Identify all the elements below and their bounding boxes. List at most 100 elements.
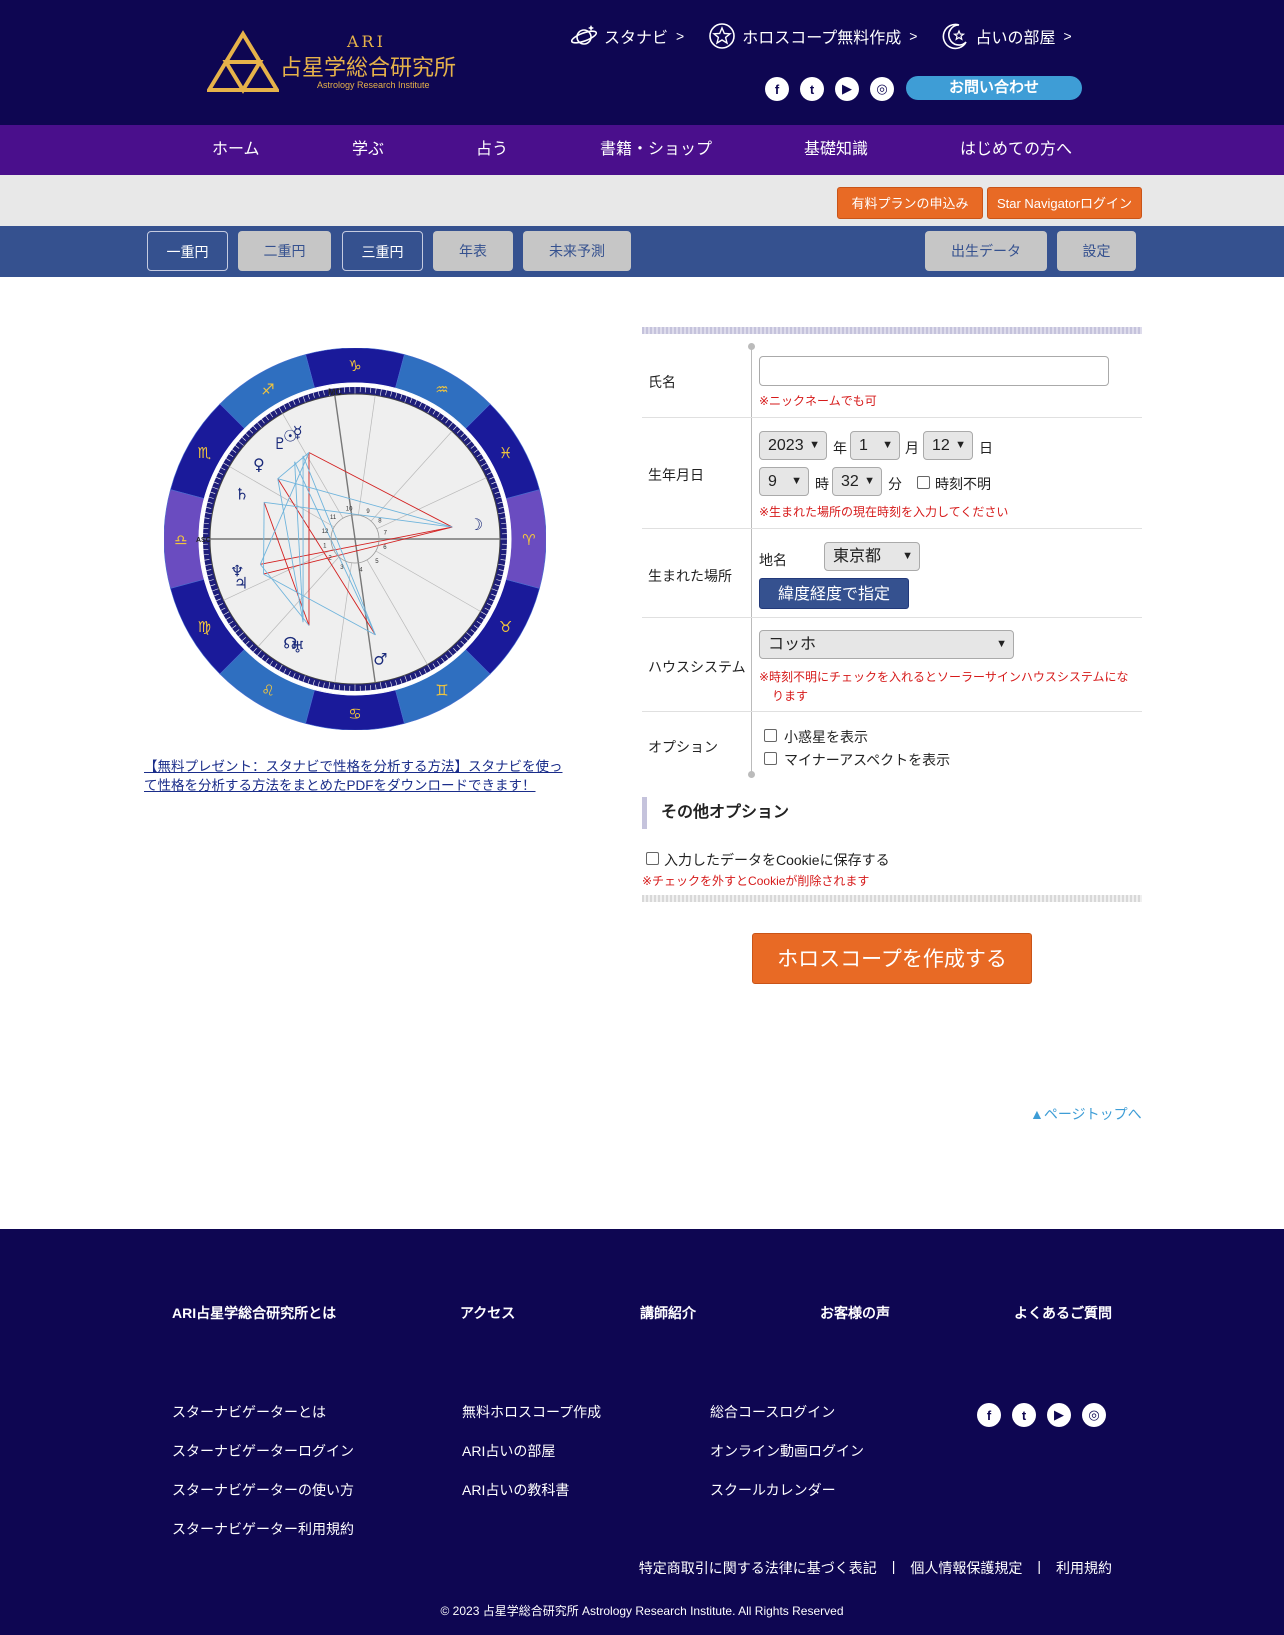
minor-aspects-checkbox[interactable] — [764, 752, 777, 765]
legal-separator: | — [1037, 1558, 1041, 1574]
chevron-right-icon: > — [676, 28, 685, 44]
nav-home[interactable]: ホーム — [212, 125, 260, 175]
house-number: 10 — [346, 507, 353, 513]
show-asteroids-label: 小惑星を表示 — [784, 729, 868, 745]
month-unit: 月 — [905, 440, 919, 456]
nav-books-shop[interactable]: 書籍・ショップ — [600, 125, 712, 175]
zodiac-sign-glyph: ♏ — [198, 444, 212, 462]
tab-birth-data[interactable]: 出生データ — [925, 231, 1047, 271]
nav-learn[interactable]: 学ぶ — [352, 125, 384, 175]
zodiac-sign-glyph: ♍ — [198, 618, 211, 636]
aspect-line — [263, 502, 265, 575]
year-unit: 年 — [833, 440, 847, 456]
tab-settings[interactable]: 設定 — [1057, 231, 1136, 271]
place-select[interactable]: 東京都 ▼ — [824, 542, 920, 571]
youtube-icon[interactable]: ▶ — [1047, 1403, 1071, 1427]
facebook-icon[interactable]: f — [765, 77, 789, 101]
hour-select[interactable]: 9 ▼ — [759, 467, 809, 496]
day-value: 12 — [932, 437, 950, 454]
top-link-horoscope[interactable]: ホロスコープ無料作成 > — [708, 22, 917, 50]
zodiac-sign-glyph: ♊ — [435, 682, 448, 700]
planet-glyph: ♅ — [291, 638, 305, 657]
footer-link[interactable]: スターナビゲーターログイン — [172, 1441, 354, 1461]
legal-terms-link[interactable]: 利用規約 — [1056, 1558, 1112, 1578]
time-unknown-checkbox[interactable] — [917, 476, 930, 489]
instagram-icon[interactable]: ◎ — [1082, 1403, 1106, 1427]
legal-commerce-link[interactable]: 特定商取引に関する法律に基づく表記 — [639, 1558, 877, 1578]
minute-unit: 分 — [888, 476, 902, 492]
footer-link[interactable]: スターナビゲーターとは — [172, 1402, 326, 1422]
cookie-checkbox[interactable] — [646, 852, 659, 865]
create-horoscope-button[interactable]: ホロスコープを作成する — [752, 933, 1032, 984]
hour-value: 9 — [768, 473, 777, 490]
place-value: 東京都 — [833, 548, 882, 565]
mc-label: MC — [328, 387, 342, 397]
planet-glyph: ♇ — [273, 434, 287, 453]
footer-access-link[interactable]: アクセス — [460, 1303, 515, 1323]
day-unit: 日 — [979, 440, 993, 456]
row-separator — [642, 711, 1142, 712]
planet-glyph: ♂ — [373, 649, 387, 668]
footer-instructors-link[interactable]: 講師紹介 — [640, 1303, 696, 1323]
row-separator — [642, 617, 1142, 618]
show-asteroids-checkbox[interactable] — [764, 729, 777, 742]
top-link-fortune-room[interactable]: 占いの部屋 > — [941, 22, 1072, 50]
footer-link[interactable]: スターナビゲーター利用規約 — [172, 1519, 354, 1539]
house-number: 11 — [330, 515, 337, 521]
time-note: ※生まれた場所の現在時刻を入力してください — [759, 505, 1009, 519]
site-logo[interactable]: ARI 占星学総合研究所 Astrology Research Institut… — [207, 28, 457, 96]
site-header: ARI 占星学総合研究所 Astrology Research Institut… — [0, 0, 1284, 125]
logo-title: 占星学総合研究所 — [280, 56, 457, 81]
logo-subtitle: Astrology Research Institute — [317, 80, 430, 90]
planet-glyph: ♃ — [234, 574, 248, 593]
tab-forecast[interactable]: 未来予測 — [523, 231, 631, 271]
instagram-icon[interactable]: ◎ — [870, 77, 894, 101]
place-name-label: 地名 — [759, 552, 787, 568]
name-input[interactable] — [759, 356, 1109, 386]
footer-link[interactable]: スターナビゲーターの使い方 — [172, 1480, 354, 1500]
footer-about-link[interactable]: ARI占星学総合研究所とは — [172, 1303, 336, 1323]
zodiac-sign-glyph: ♋ — [348, 705, 361, 723]
minute-select[interactable]: 32 ▼ — [832, 467, 882, 496]
star-navigator-login-button[interactable]: Star Navigatorログイン — [987, 187, 1142, 219]
top-link-stanavi[interactable]: スタナビ > — [570, 22, 684, 50]
tab-single-circle[interactable]: 一重円 — [147, 231, 228, 271]
form-divider-dot — [748, 343, 755, 350]
twitter-icon[interactable]: t — [800, 77, 824, 101]
page-top-link[interactable]: ▲ページトップへ — [1030, 1104, 1142, 1124]
free-gift-link[interactable]: 【無料プレゼント：スタナビで性格を分析する方法】スタナビを使って性格を分析する方… — [144, 757, 574, 795]
latlng-button[interactable]: 緯度経度で指定 — [759, 578, 909, 609]
footer-link[interactable]: ARI占いの教科書 — [462, 1480, 569, 1500]
nav-beginners[interactable]: はじめての方へ — [960, 125, 1072, 175]
form-divider-dot — [748, 771, 755, 778]
tab-chronology[interactable]: 年表 — [433, 231, 513, 271]
nav-basics[interactable]: 基礎知識 — [804, 125, 868, 175]
paid-plan-button[interactable]: 有料プランの申込み — [837, 187, 983, 219]
month-select[interactable]: 1 ▼ — [850, 431, 900, 460]
nav-divine[interactable]: 占う — [476, 125, 508, 175]
name-note: ※ニックネームでも可 — [759, 394, 877, 408]
facebook-icon[interactable]: f — [977, 1403, 1001, 1427]
year-select[interactable]: 2023 ▼ — [759, 431, 827, 460]
house-system-select[interactable]: コッホ ▼ — [759, 630, 1014, 659]
footer-link[interactable]: オンライン動画ログイン — [710, 1441, 864, 1461]
month-value: 1 — [859, 437, 868, 454]
zodiac-sign-glyph: ♐ — [261, 380, 274, 398]
contact-button[interactable]: お問い合わせ — [906, 76, 1082, 100]
footer-link[interactable]: ARI占いの部屋 — [462, 1441, 555, 1461]
twitter-icon[interactable]: t — [1012, 1403, 1036, 1427]
footer-faq-link[interactable]: よくあるご質問 — [1014, 1303, 1112, 1323]
tab-double-circle[interactable]: 二重円 — [238, 231, 331, 271]
footer-testimonials-link[interactable]: お客様の声 — [820, 1303, 890, 1323]
zodiac-sign-glyph: ♈ — [522, 531, 535, 549]
footer-link[interactable]: 無料ホロスコープ作成 — [462, 1402, 601, 1422]
footer-link[interactable]: 総合コースログイン — [710, 1402, 835, 1422]
legal-privacy-link[interactable]: 個人情報保護規定 — [910, 1558, 1022, 1578]
chevron-right-icon: > — [909, 28, 918, 44]
tab-triple-circle[interactable]: 三重円 — [342, 231, 423, 271]
asc-label: ASC — [196, 537, 211, 544]
chevron-right-icon: > — [1063, 28, 1072, 44]
day-select[interactable]: 12 ▼ — [923, 431, 973, 460]
footer-link[interactable]: スクールカレンダー — [710, 1480, 836, 1500]
youtube-icon[interactable]: ▶ — [835, 77, 859, 101]
